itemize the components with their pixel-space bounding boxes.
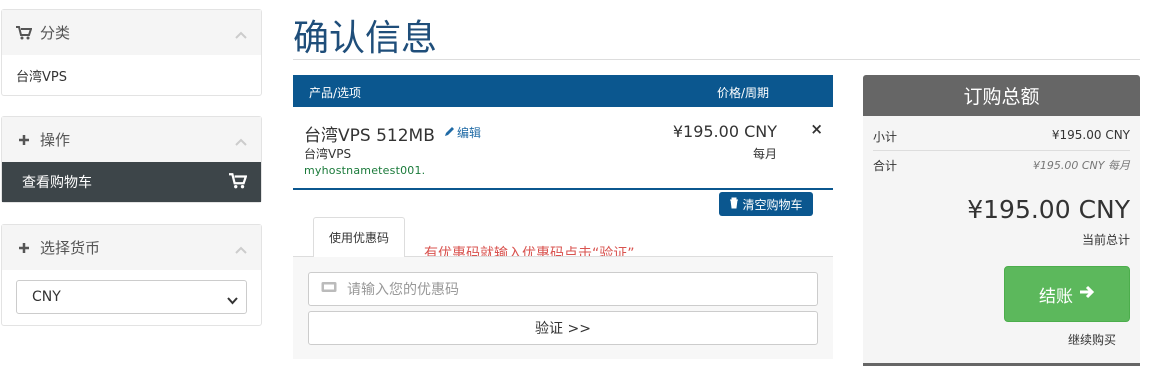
sidebar-panel-categories: 分类 台湾VPS [1, 9, 262, 96]
edit-link[interactable]: 编辑 [444, 124, 481, 141]
ticket-icon [321, 281, 337, 297]
cart-table-header: 产品/选项 价格/周期 [293, 75, 833, 107]
checkout-label: 结账 [1039, 286, 1073, 307]
currency-select-value: CNY [32, 289, 61, 305]
billing-cycle: 每月 [752, 147, 777, 161]
subtotal-row: 小计 ¥195.00 CNY [873, 128, 1130, 145]
cart-item-row: 台湾VPS 512MB 编辑 台湾VPS myhostnametest001. … [293, 108, 833, 190]
chevron-down-icon [227, 293, 238, 309]
tab-promo-code[interactable]: 使用优惠码 [313, 217, 405, 257]
grand-total: ¥195.00 CNY [967, 195, 1130, 224]
chevron-up-icon[interactable] [235, 239, 247, 258]
panel-header-currency[interactable]: 选择货币 [2, 225, 261, 270]
empty-cart-label: 清空购物车 [742, 197, 803, 212]
pencil-icon [444, 126, 455, 140]
panel-title-categories: 分类 [40, 24, 71, 42]
currency-select[interactable]: CNY [16, 280, 247, 314]
total-label: 合计 [873, 159, 898, 173]
empty-cart-button[interactable]: 清空购物车 [719, 192, 813, 216]
plus-icon [16, 240, 32, 256]
order-summary-title: 订购总额 [863, 75, 1140, 116]
subtotal-value: ¥195.00 CNY [1051, 128, 1130, 142]
divider [873, 150, 1130, 151]
verify-promo-button[interactable]: 验证 >> [308, 311, 818, 345]
panel-title-currency: 选择货币 [40, 239, 101, 257]
sidebar-panel-actions: 操作 查看购物车 [1, 116, 262, 203]
sidebar-item-view-cart[interactable]: 查看购物车 [2, 162, 261, 202]
total-value: ¥195.00 CNY 每月 [1032, 159, 1130, 172]
arrow-right-icon [1079, 284, 1095, 304]
divider [293, 59, 1140, 60]
panel-header-categories[interactable]: 分类 [2, 10, 261, 55]
column-header-price: 价格/周期 [717, 86, 770, 100]
checkout-button[interactable]: 结账 [1004, 266, 1130, 322]
sidebar-panel-currency: 选择货币 CNY [1, 224, 262, 326]
grand-total-label: 当前总计 [1081, 233, 1130, 247]
column-header-product: 产品/选项 [309, 86, 362, 100]
shopping-cart-icon [229, 173, 248, 193]
shopping-cart-icon [16, 25, 32, 41]
chevron-up-icon[interactable] [235, 131, 247, 150]
promo-code-panel: 请输入您的优惠码 验证 >> [293, 256, 833, 359]
total-row: 合计 ¥195.00 CNY 每月 [873, 157, 1130, 174]
panel-header-actions[interactable]: 操作 [2, 117, 261, 162]
chevron-up-icon[interactable] [235, 24, 247, 43]
product-name: 台湾VPS 512MB [304, 126, 435, 146]
product-group: 台湾VPS [304, 147, 352, 161]
promo-code-placeholder: 请输入您的优惠码 [347, 282, 459, 298]
subtotal-label: 小计 [873, 130, 898, 144]
plus-icon [16, 132, 32, 148]
order-summary: 订购总额 小计 ¥195.00 CNY 合计 ¥195.00 CNY 每月 ¥1… [863, 75, 1140, 366]
page: 分类 台湾VPS 操作 查看购物车 选择货币 CNY 确认信息 产品/选项 价格… [0, 0, 1153, 389]
page-title: 确认信息 [293, 18, 438, 59]
panel-title-actions: 操作 [40, 131, 71, 149]
continue-shopping-link[interactable]: 继续购买 [1068, 331, 1116, 348]
promo-code-input[interactable]: 请输入您的优惠码 [308, 272, 818, 306]
edit-label: 编辑 [457, 126, 482, 140]
remove-item-button[interactable]: × [810, 120, 823, 138]
trash-icon [729, 197, 739, 212]
product-hostname: myhostnametest001. [304, 164, 426, 177]
product-price: ¥195.00 CNY [672, 122, 777, 141]
sidebar-item-taiwan-vps[interactable]: 台湾VPS [2, 55, 261, 96]
sidebar-item-label: 查看购物车 [22, 175, 92, 191]
